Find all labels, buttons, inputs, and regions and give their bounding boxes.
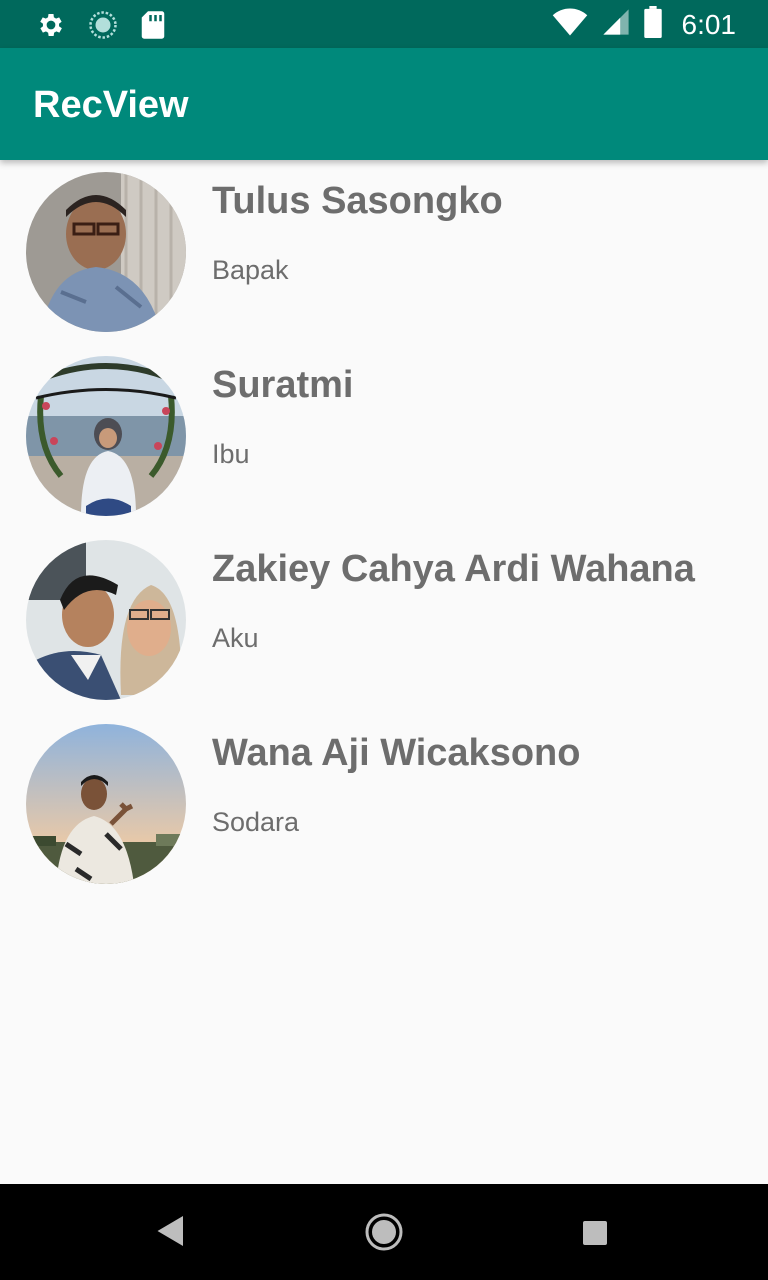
list-item[interactable]: Wana Aji Wicaksono Sodara <box>0 712 768 896</box>
contact-name: Tulus Sasongko <box>212 180 503 222</box>
home-icon[interactable] <box>364 1212 404 1257</box>
contact-relation: Bapak <box>212 255 289 285</box>
contact-relation: Aku <box>212 623 259 653</box>
navigation-bar <box>0 1184 768 1280</box>
contact-relation: Ibu <box>212 439 250 469</box>
recents-icon[interactable] <box>582 1220 608 1251</box>
status-bar: 6:01 <box>0 0 768 48</box>
contact-name: Zakiey Cahya Ardi Wahana <box>212 548 695 590</box>
back-icon[interactable] <box>156 1214 186 1253</box>
signal-icon <box>602 7 630 42</box>
avatar <box>26 724 186 884</box>
app-bar: RecView <box>0 48 768 160</box>
gear-icon <box>36 10 66 45</box>
contact-list[interactable]: Tulus Sasongko Bapak Suratmi Ibu Zakiey … <box>0 160 768 896</box>
list-item[interactable]: Tulus Sasongko Bapak <box>0 160 768 344</box>
list-item[interactable]: Zakiey Cahya Ardi Wahana Aku <box>0 528 768 712</box>
sync-icon <box>88 10 118 45</box>
contact-relation: Sodara <box>212 807 300 837</box>
avatar <box>26 540 186 700</box>
wifi-icon <box>552 7 588 42</box>
battery-icon <box>643 6 662 43</box>
contact-name: Suratmi <box>212 364 354 406</box>
sd-card-icon <box>140 10 166 45</box>
app-title: RecView <box>33 84 189 126</box>
contact-name: Wana Aji Wicaksono <box>212 732 581 774</box>
avatar <box>26 172 186 332</box>
clock: 6:01 <box>681 8 737 40</box>
list-item[interactable]: Suratmi Ibu <box>0 344 768 528</box>
avatar <box>26 356 186 516</box>
